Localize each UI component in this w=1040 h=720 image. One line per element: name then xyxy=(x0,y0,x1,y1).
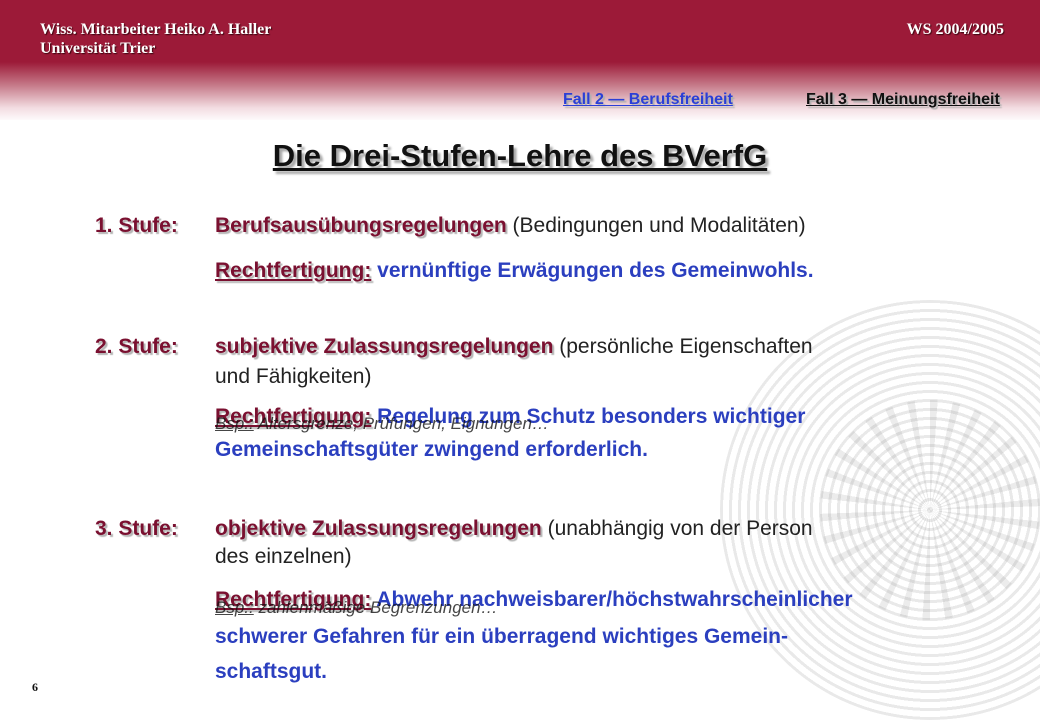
stufe-2-desc: (persönliche Eigenschaften xyxy=(553,335,813,358)
stufe-3-desc-cont: des einzelnen) xyxy=(215,545,352,568)
stufe-3-example: Bsp.: zahlenmäßige Begrenzungen… xyxy=(215,594,498,621)
stufe-1-justification: Rechtfertigung: vernünftige Erwägungen d… xyxy=(215,258,814,284)
stufe-3-example-label: Bsp.: xyxy=(215,598,254,617)
stufe-2-example-label: Bsp.: xyxy=(215,414,254,433)
stufe-3-desc: (unabhängig von der Person xyxy=(541,517,813,540)
stufe-1-rf-text: vernünftige Erwägungen des Gemeinwohls. xyxy=(371,259,814,282)
stufe-2-label: 2. Stufe: xyxy=(95,335,178,358)
header-left: Wiss. Mitarbeiter Heiko A. Haller Univer… xyxy=(40,20,271,58)
stufe-2-rf-cont: Gemeinschaftsgüter zwingend erforderlich… xyxy=(215,438,648,461)
university-name: Universität Trier xyxy=(40,40,156,57)
page-number: 6 xyxy=(32,680,38,694)
stufe-2-desc-cont: und Fähigkeiten) xyxy=(215,365,372,388)
stufe-3-label: 3. Stufe: xyxy=(95,517,178,540)
semester-label: WS 2004/2005 xyxy=(906,21,1004,38)
stufe-3-example-text: zahlenmäßige Begrenzungen… xyxy=(253,598,498,617)
seal-inner-pattern xyxy=(820,400,1040,620)
nav-link-fall3[interactable]: Fall 3 — Meinungsfreiheit xyxy=(806,91,1000,109)
stufe-1-term: Berufsausübungsregelungen xyxy=(215,214,507,237)
stufe-2-line: 2. Stufe: subjektive Zulassungsregelungen… xyxy=(95,334,813,360)
author-name: Wiss. Mitarbeiter Heiko A. Haller xyxy=(40,21,272,38)
stufe-2-term: subjektive Zulassungsregelungen xyxy=(215,335,554,358)
stufe-3-rf-cont-2: schaftsgut. xyxy=(215,660,328,683)
stufe-2-example: Bsp.: Altersgrenze, Prüfungen, Eignungen… xyxy=(215,410,549,437)
stufe-3-rf-cont-1: schwerer Gefahren für ein überragend wic… xyxy=(215,625,788,648)
stufe-1-rf-label: Rechtfertigung: xyxy=(215,259,372,282)
stufe-3-line: 3. Stufe: objektive Zulassungsregelungen … xyxy=(95,516,813,542)
stufe-3-term: objektive Zulassungsregelungen xyxy=(215,517,542,540)
page-title: Die Drei-Stufen-Lehre des BVerfG xyxy=(272,138,768,173)
stufe-1-desc: (Bedingungen und Modalitäten) xyxy=(506,214,806,237)
stufe-1-label: 1. Stufe: xyxy=(95,214,178,237)
stufe-1-line: 1. Stufe: Berufsausübungsregelungen (Bedi… xyxy=(95,213,806,239)
nav-link-fall2[interactable]: Fall 2 — Berufsfreiheit xyxy=(563,91,733,109)
stufe-2-example-text: Altersgrenze, Prüfungen, Eignungen… xyxy=(253,414,549,433)
